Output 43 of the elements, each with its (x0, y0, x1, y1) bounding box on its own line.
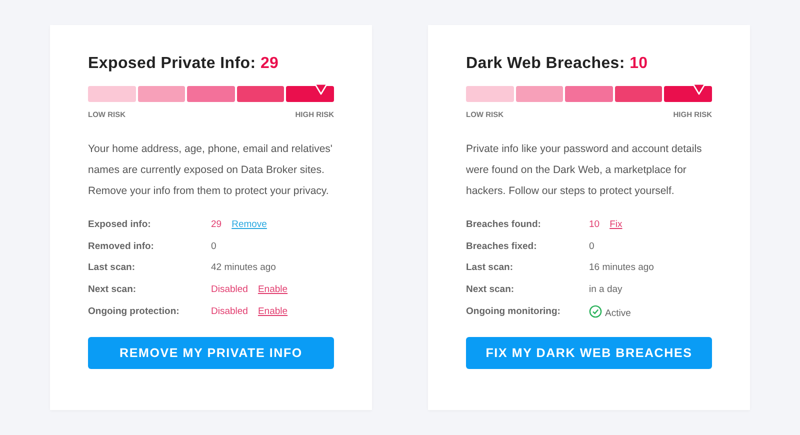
detail-value: 0 (211, 240, 216, 252)
risk-marker (314, 83, 328, 95)
action-link[interactable]: Remove (232, 219, 267, 230)
detail-value: 42 minutes ago (211, 262, 276, 274)
risk-segment (187, 86, 235, 102)
risk-segment (664, 86, 712, 102)
detail-value: Disabled (211, 284, 248, 296)
primary-button[interactable]: FIX MY DARK WEB BREACHES (466, 336, 712, 369)
risk-segment (614, 86, 662, 102)
risk-segment (565, 86, 613, 102)
check-circle-icon (589, 304, 602, 318)
card-title: Exposed Private Info: 29 (88, 55, 279, 73)
detail-value: 0 (589, 240, 594, 252)
primary-button[interactable]: REMOVE MY PRIVATE INFO (88, 336, 334, 369)
card-title: Dark Web Breaches: 10 (466, 55, 648, 73)
risk-segment (286, 86, 334, 102)
risk-segment (516, 86, 564, 102)
risk-marker (692, 83, 706, 95)
detail-value: 16 minutes ago (589, 262, 654, 274)
detail-label: Last scan: (88, 262, 136, 274)
detail-label: Breaches fixed: (466, 240, 538, 252)
detail-value: Disabled (211, 306, 248, 317)
action-link[interactable]: Fix (610, 219, 622, 230)
action-link[interactable]: Enable (258, 284, 288, 296)
detail-label: Next scan: (88, 284, 138, 296)
risk-segment (236, 86, 284, 102)
action-link[interactable]: Enable (258, 306, 288, 317)
risk-segment (88, 86, 136, 102)
risk-segment (466, 86, 514, 102)
detail-value: 10 (589, 219, 600, 230)
detail-label: Breaches found: (466, 219, 542, 230)
detail-label: Next scan: (466, 284, 516, 296)
detail-value: in a day (589, 284, 622, 296)
detail-label: Removed info: (88, 240, 155, 252)
detail-label: Ongoing protection: (88, 306, 180, 317)
detail-value: 29 (211, 219, 222, 230)
risk-segment (138, 86, 186, 102)
detail-label: Exposed info: (88, 219, 152, 230)
detail-label: Ongoing monitoring: (466, 306, 562, 317)
detail-label: Last scan: (466, 262, 514, 274)
description-text: Private info like your password and account details were found on the Dark Web, a marketplace for hackers. Follow our steps to protect yourself. (466, 142, 703, 199)
description-text: Your home address, age, phone, email and relatives' names are currently exposed on Data Broker sites. Remove your info from them to protect your privacy. (88, 142, 334, 199)
status-value: Active (605, 308, 631, 319)
